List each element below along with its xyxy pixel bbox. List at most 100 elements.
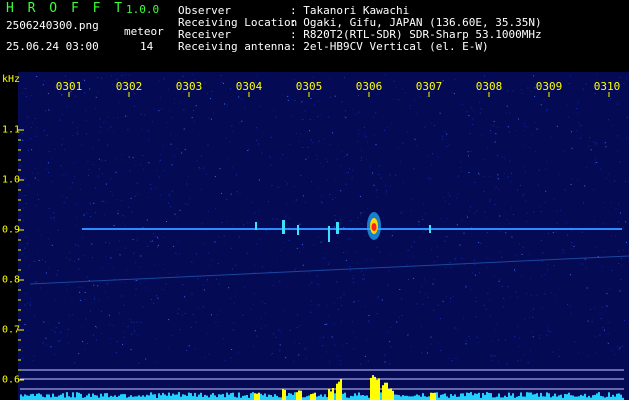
noise-speck: [585, 266, 587, 268]
noise-speck: [329, 96, 331, 98]
noise-speck: [136, 279, 138, 281]
strength-bar: [102, 396, 104, 400]
noise-speck: [28, 264, 30, 266]
noise-speck: [183, 128, 185, 130]
noise-speck: [209, 98, 211, 100]
noise-speck: [176, 148, 178, 149]
noise-speck: [363, 278, 365, 280]
noise-speck: [279, 158, 281, 160]
noise-speck: [614, 353, 616, 355]
noise-speck: [71, 297, 73, 299]
noise-speck: [442, 196, 444, 198]
noise-speck: [285, 357, 287, 359]
noise-speck: [95, 212, 97, 214]
noise-speck: [457, 329, 459, 331]
strength-bar: [250, 393, 252, 400]
noise-speck: [276, 218, 278, 220]
noise-speck: [111, 75, 112, 77]
strength-bar: [232, 392, 234, 400]
strength-bar: [52, 393, 54, 400]
noise-speck: [94, 295, 96, 297]
noise-speck: [418, 224, 420, 225]
noise-speck: [364, 134, 366, 135]
noise-speck: [605, 178, 607, 180]
noise-speck: [170, 206, 172, 208]
noise-speck: [90, 216, 91, 217]
noise-speck: [294, 341, 296, 343]
noise-speck: [241, 98, 243, 100]
noise-speck: [549, 331, 551, 333]
noise-speck: [618, 348, 620, 350]
noise-speck: [425, 347, 427, 349]
noise-speck: [155, 338, 157, 340]
noise-speck: [513, 214, 514, 215]
noise-speck: [559, 209, 561, 211]
noise-speck: [76, 132, 78, 134]
noise-speck: [37, 172, 39, 174]
noise-speck: [366, 339, 368, 340]
noise-speck: [606, 293, 608, 295]
noise-speck: [495, 187, 497, 189]
noise-speck: [447, 236, 449, 238]
noise-speck: [452, 296, 454, 297]
noise-speck: [275, 337, 277, 338]
strength-bar: [430, 392, 432, 400]
strength-bar: [482, 393, 484, 400]
noise-speck: [387, 284, 389, 286]
strength-bar: [488, 392, 490, 400]
noise-speck: [146, 287, 148, 289]
noise-speck: [182, 76, 184, 77]
noise-speck: [72, 182, 74, 184]
noise-speck: [22, 253, 24, 255]
strength-bar: [394, 394, 396, 400]
strength-bar: [20, 394, 22, 400]
noise-speck: [254, 263, 256, 265]
noise-speck: [522, 130, 524, 132]
noise-speck: [78, 258, 80, 260]
noise-speck: [53, 219, 55, 221]
strength-bar: [134, 396, 136, 400]
strength-bar: [166, 395, 168, 400]
noise-speck: [623, 249, 625, 251]
strength-bar: [186, 396, 188, 400]
noise-speck: [121, 74, 123, 76]
noise-speck: [522, 246, 524, 248]
noise-speck: [519, 184, 521, 186]
noise-speck: [486, 266, 488, 268]
noise-speck: [527, 87, 529, 89]
noise-speck: [108, 314, 110, 316]
noise-speck: [168, 319, 170, 321]
noise-speck: [48, 207, 50, 209]
noise-speck: [123, 304, 125, 306]
noise-speck: [116, 249, 118, 251]
noise-speck: [241, 120, 243, 122]
noise-speck: [77, 286, 79, 288]
noise-speck: [466, 284, 468, 286]
noise-speck: [68, 342, 70, 344]
noise-speck: [599, 312, 601, 314]
strength-bar: [120, 394, 122, 400]
noise-speck: [410, 346, 412, 348]
noise-speck: [42, 84, 44, 86]
noise-speck: [607, 333, 609, 335]
strength-bar: [396, 394, 398, 400]
noise-speck: [339, 359, 341, 361]
noise-speck: [81, 287, 83, 289]
noise-speck: [599, 168, 601, 170]
noise-speck: [246, 252, 248, 254]
noise-speck: [298, 354, 300, 356]
noise-speck: [317, 100, 319, 102]
noise-speck: [343, 293, 345, 295]
noise-speck: [329, 193, 331, 195]
noise-speck: [165, 283, 167, 285]
noise-speck: [130, 349, 132, 351]
noise-speck: [273, 333, 275, 335]
noise-speck: [551, 292, 552, 294]
strength-bar: [88, 393, 90, 400]
noise-speck: [562, 249, 564, 251]
strength-bar: [246, 395, 248, 400]
noise-speck: [569, 274, 571, 276]
strength-bar: [362, 395, 364, 400]
noise-speck: [239, 193, 241, 195]
strength-bar: [602, 396, 604, 400]
